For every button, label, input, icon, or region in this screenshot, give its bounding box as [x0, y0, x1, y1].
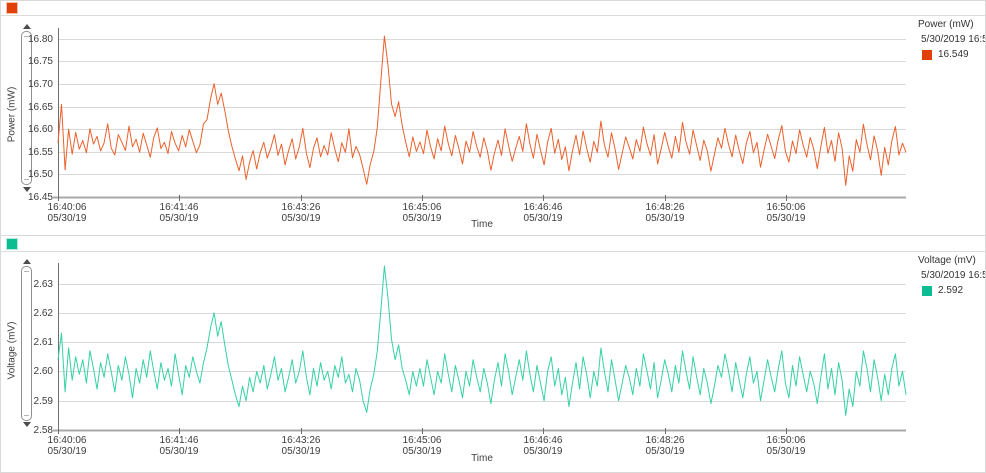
y-tick-label: 16.70 [13, 79, 53, 90]
x-tick-label: 16:50:0605/30/19 [754, 202, 818, 224]
x-tick-label: 16:48:2605/30/19 [633, 202, 697, 224]
x-tick-label: 16:45:0605/30/19 [390, 435, 454, 457]
x-tick-label: 16:40:0605/30/19 [35, 202, 99, 224]
y-tick-label: 16.60 [13, 124, 53, 135]
y-tick-label: 16.55 [13, 147, 53, 158]
voltage-series-line[interactable] [58, 266, 906, 416]
chart-viewer-page: Power (mW) Time Power (mW) 5/30/2019 16:… [0, 0, 986, 473]
y-tick-label: 2.61 [13, 337, 53, 348]
voltage-chart-panel: Voltage (mV) Time Voltage (mV) 5/30/2019… [1, 237, 986, 473]
x-tick-label: 16:48:2605/30/19 [633, 435, 697, 457]
y-tick-label: 2.59 [13, 396, 53, 407]
x-tick-label: 16:43:2605/30/19 [269, 202, 333, 224]
x-tick-label: 16:41:4605/30/19 [147, 435, 211, 457]
y-tick-label: 2.62 [13, 308, 53, 319]
y-tick-label: 16.75 [13, 56, 53, 67]
x-tick-label: 16:41:4605/30/19 [147, 202, 211, 224]
x-tick-label: 16:46:4605/30/19 [511, 435, 575, 457]
y-tick-label: 16.50 [13, 169, 53, 180]
y-tick-label: 16.65 [13, 102, 53, 113]
power-chart-panel: Power (mW) Time Power (mW) 5/30/2019 16:… [1, 1, 986, 236]
y-tick-label: 16.80 [13, 34, 53, 45]
y-tick-label: 16.45 [13, 192, 53, 203]
y-tick-label: 2.58 [13, 425, 53, 436]
power-series-line[interactable] [58, 36, 906, 185]
x-tick-label: 16:43:2605/30/19 [269, 435, 333, 457]
x-tick-label: 16:40:0605/30/19 [35, 435, 99, 457]
x-tick-label: 16:50:0605/30/19 [754, 435, 818, 457]
y-tick-label: 2.63 [13, 279, 53, 290]
x-tick-label: 16:45:0605/30/19 [390, 202, 454, 224]
x-tick-label: 16:46:4605/30/19 [511, 202, 575, 224]
y-tick-label: 2.60 [13, 366, 53, 377]
plot-area[interactable] [1, 1, 986, 235]
